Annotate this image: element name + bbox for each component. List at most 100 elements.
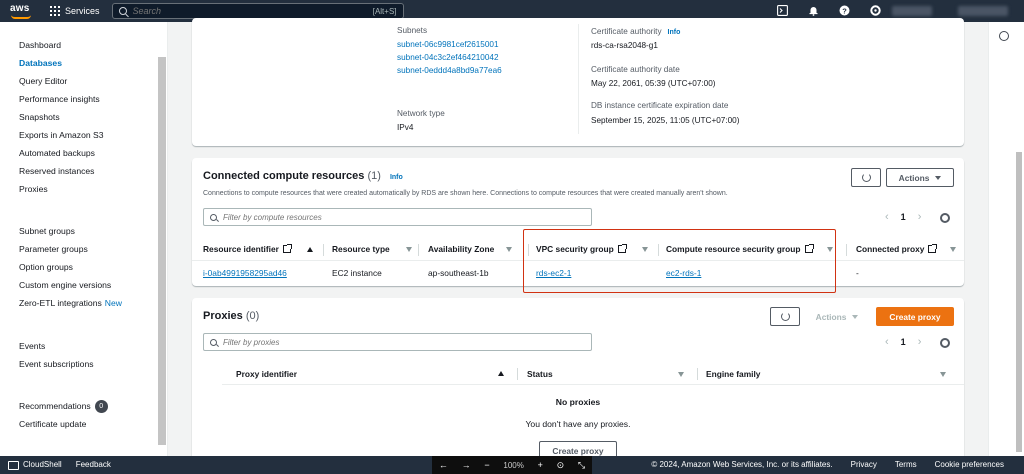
sort-icon[interactable] xyxy=(506,246,513,252)
subnet-link[interactable]: subnet-06c9981cef2615001 xyxy=(397,40,499,49)
sidebar-item-option-groups[interactable]: Option groups xyxy=(19,262,73,272)
sort-icon[interactable] xyxy=(950,246,957,252)
certificate-authority-label: Certificate authority Info xyxy=(591,27,680,36)
fullscreen-icon[interactable]: ⤡ xyxy=(578,460,585,471)
empty-state-description: You don't have any proxies. xyxy=(525,419,631,429)
proxies-panel: Proxies (0) Actions Create proxy ‹ 1 › P… xyxy=(192,298,964,466)
sort-icon[interactable] xyxy=(405,246,412,252)
current-page[interactable]: 1 xyxy=(901,212,906,222)
refresh-icon xyxy=(780,312,790,321)
sidebar-item-query-editor[interactable]: Query Editor xyxy=(19,76,67,86)
recommendations-count-badge: 0 xyxy=(94,400,108,413)
zoom-in-icon[interactable]: + xyxy=(538,460,543,470)
aws-logo[interactable]: aws xyxy=(10,3,36,19)
sidebar-item-recommendations[interactable]: Recommendations 0 xyxy=(19,400,108,413)
table-settings-gear-icon[interactable] xyxy=(940,213,950,223)
actions-button[interactable]: Actions xyxy=(886,168,954,187)
expiration-date-value: September 15, 2025, 11:05 (UTC+07:00) xyxy=(591,116,740,125)
info-link[interactable]: Info xyxy=(668,29,681,36)
sidebar-item-exports-s3[interactable]: Exports in Amazon S3 xyxy=(19,130,104,140)
subnet-link[interactable]: subnet-0eddd4a8bd9a77ea6 xyxy=(397,66,502,75)
cookie-preferences-link[interactable]: Cookie preferences xyxy=(935,460,1004,469)
caret-down-icon xyxy=(852,314,859,319)
clock-icon[interactable] xyxy=(999,31,1009,41)
new-badge: New xyxy=(104,298,122,308)
feedback-link[interactable]: Feedback xyxy=(76,460,111,469)
copyright-text: © 2024, Amazon Web Services, Inc. or its… xyxy=(651,460,833,469)
proxies-actions-button[interactable]: Actions xyxy=(806,307,868,326)
table-settings-gear-icon[interactable] xyxy=(940,338,950,348)
column-header-proxy-identifier[interactable]: Proxy identifier xyxy=(236,369,297,379)
sort-ascending-icon[interactable] xyxy=(306,246,313,252)
sidebar-item-snapshots[interactable]: Snapshots xyxy=(19,112,60,122)
proxies-title: Proxies xyxy=(203,310,243,322)
compute-heading: Connected compute resources (1) Info xyxy=(203,170,403,182)
column-header-resource-type[interactable]: Resource type xyxy=(332,244,412,254)
sidebar-scrollbar[interactable] xyxy=(158,57,166,445)
compute-filter[interactable] xyxy=(203,208,592,226)
column-header-status[interactable]: Status xyxy=(527,369,553,379)
column-header-resource-identifier[interactable]: Resource identifier xyxy=(203,244,313,254)
sort-icon[interactable] xyxy=(940,372,946,377)
cloudshell-link[interactable]: CloudShell xyxy=(8,460,62,470)
privacy-link[interactable]: Privacy xyxy=(851,460,877,469)
resource-identifier-link[interactable]: i-0ab4991958295ad46 xyxy=(203,268,287,278)
refresh-icon xyxy=(861,173,871,182)
back-arrow-icon[interactable]: ← xyxy=(439,460,448,470)
cloudshell-label: CloudShell xyxy=(23,460,62,470)
prev-page-icon[interactable]: ‹ xyxy=(885,336,889,348)
zoom-toolbar: ← → − 100% + ⊙ ⤡ xyxy=(432,456,592,474)
sidebar-item-proxies[interactable]: Proxies xyxy=(19,184,48,194)
sidebar-item-events[interactable]: Events xyxy=(19,341,45,351)
refresh-button[interactable] xyxy=(770,307,800,326)
sidebar-item-label: Zero-ETL integrations xyxy=(19,298,102,308)
sidebar-item-dashboard[interactable]: Dashboard xyxy=(19,40,61,50)
account-menu[interactable] xyxy=(958,6,1008,16)
region-selector[interactable] xyxy=(892,6,932,16)
cloudshell-icon[interactable] xyxy=(776,4,789,17)
sidebar-item-zero-etl[interactable]: Zero-ETL integrations New xyxy=(19,298,122,308)
next-page-icon[interactable]: › xyxy=(918,211,922,223)
sidebar-item-performance-insights[interactable]: Performance insights xyxy=(19,94,100,104)
sidebar-item-event-subscriptions[interactable]: Event subscriptions xyxy=(19,359,94,369)
prev-page-icon[interactable]: ‹ xyxy=(885,211,889,223)
bell-icon[interactable] xyxy=(807,4,820,17)
sidebar-item-reserved-instances[interactable]: Reserved instances xyxy=(19,166,94,176)
proxies-filter[interactable] xyxy=(203,333,592,351)
sort-icon[interactable] xyxy=(678,372,684,377)
proxies-filter-input[interactable] xyxy=(223,337,585,347)
column-divider xyxy=(697,368,698,380)
help-icon[interactable]: ? xyxy=(838,4,851,17)
sidebar-item-label: Recommendations xyxy=(19,400,91,411)
sidebar-item-certificate-update[interactable]: Certificate update xyxy=(19,419,86,429)
current-page[interactable]: 1 xyxy=(901,337,906,347)
column-header-availability-zone[interactable]: Availability Zone xyxy=(428,244,513,254)
next-page-icon[interactable]: › xyxy=(918,336,922,348)
subnet-link[interactable]: subnet-04c3c2ef464210042 xyxy=(397,53,499,62)
search-input[interactable] xyxy=(132,6,373,16)
create-proxy-button[interactable]: Create proxy xyxy=(876,307,954,326)
column-header-engine-family[interactable]: Engine family xyxy=(706,369,760,379)
zoom-out-icon[interactable]: − xyxy=(484,460,489,470)
sidebar-item-automated-backups[interactable]: Automated backups xyxy=(19,148,95,158)
page-scrollbar[interactable] xyxy=(1016,152,1022,452)
subnets-label: Subnets xyxy=(397,26,428,35)
search-bar[interactable]: [Alt+S] xyxy=(111,3,404,19)
external-link-icon xyxy=(282,244,292,253)
sidebar-item-databases[interactable]: Databases xyxy=(19,58,62,68)
gear-icon[interactable] xyxy=(869,4,882,17)
sort-ascending-icon[interactable] xyxy=(498,371,504,376)
grid-icon xyxy=(50,6,60,16)
info-link[interactable]: Info xyxy=(390,174,403,181)
sidebar-item-parameter-groups[interactable]: Parameter groups xyxy=(19,244,88,254)
sidebar-item-custom-engine-versions[interactable]: Custom engine versions xyxy=(19,280,111,290)
refresh-button[interactable] xyxy=(851,168,881,187)
compute-filter-input[interactable] xyxy=(223,212,585,222)
forward-arrow-icon[interactable]: → xyxy=(462,460,471,470)
terms-link[interactable]: Terms xyxy=(895,460,917,469)
column-header-connected-proxy[interactable]: Connected proxy xyxy=(856,244,957,254)
highlight-box xyxy=(523,229,836,293)
zoom-reset-icon[interactable]: ⊙ xyxy=(557,460,565,471)
sidebar-item-subnet-groups[interactable]: Subnet groups xyxy=(19,226,75,236)
services-menu[interactable]: Services xyxy=(50,6,100,16)
